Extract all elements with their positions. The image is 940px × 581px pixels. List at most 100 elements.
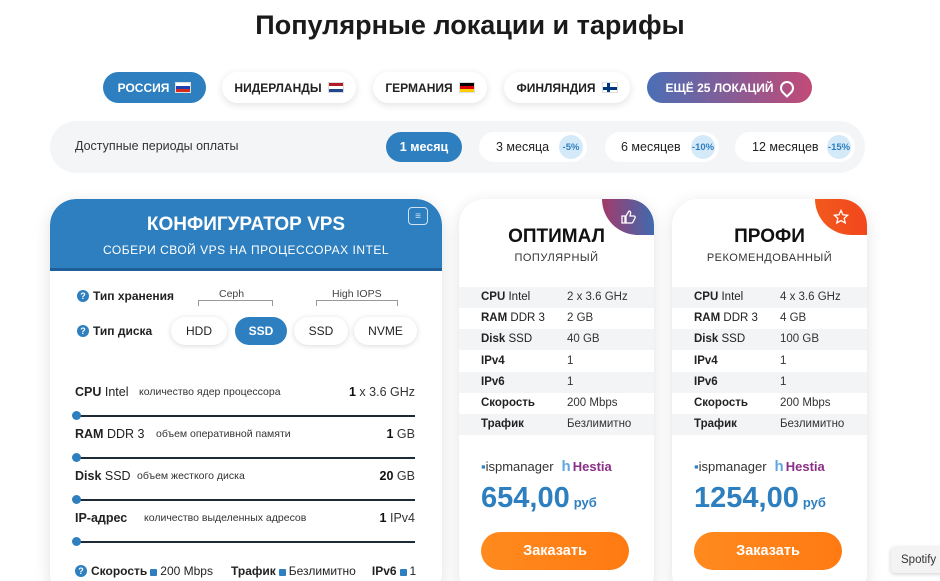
order-button[interactable]: Заказать <box>481 532 629 570</box>
slider-handle[interactable] <box>72 537 81 546</box>
configurator-fixed-params: ? Скорость 200 Mbps Трафик Безлимитно IP… <box>75 564 416 578</box>
configurator-title: КОНФИГУРАТОР VPS <box>146 214 346 235</box>
storage-group-bracket <box>198 300 273 306</box>
storage-group-high-iops: High IOPS <box>332 288 382 300</box>
speed-label: Скорость <box>91 564 148 578</box>
spec-row: Скорость 200 Mbps <box>694 397 831 409</box>
slider-value: 1 GB <box>386 427 416 441</box>
payment-periods-bar: Доступные периоды оплаты 1 месяц 3 месяц… <box>50 121 865 173</box>
location-label: ГЕРМАНИЯ <box>385 80 453 95</box>
location-tab-russia[interactable]: РОССИЯ <box>103 72 206 103</box>
russia-flag-icon <box>175 82 192 93</box>
spec-row: IPv4 1 <box>694 355 787 367</box>
ipv6-value: 1 <box>409 564 417 578</box>
discount-badge: -5% <box>559 135 583 159</box>
slider-description: объем жесткого диска <box>137 470 245 482</box>
spec-row: Disk SSD 40 GB <box>459 329 654 350</box>
period-label: 12 месяцев <box>752 140 819 154</box>
slider-name: Disk SSD <box>75 469 131 483</box>
spec-row: CPU Intel 4 x 3.6 GHz <box>672 287 867 308</box>
help-icon[interactable]: ? <box>75 565 87 577</box>
period-12-months-button[interactable]: 12 месяцев -15% <box>735 132 855 162</box>
slider-handle[interactable] <box>72 411 81 420</box>
storage-type-label: ? Тип хранения <box>77 289 174 303</box>
slider-handle[interactable] <box>72 495 81 504</box>
lock-icon <box>150 568 158 576</box>
page-title: Популярные локации и тарифы <box>255 10 685 40</box>
slider-handle[interactable] <box>72 453 81 462</box>
slider-value: 1 x 3.6 GHz <box>349 385 415 399</box>
slider-name: IP-адрес <box>75 511 128 525</box>
spec-row: IPv6 1 <box>672 372 867 393</box>
storage-group-ceph: Ceph <box>219 288 245 300</box>
slider-description: объем оперативной памяти <box>156 428 291 440</box>
lock-icon <box>399 568 407 576</box>
settings-sliders-icon[interactable]: ≡ <box>408 207 428 225</box>
spec-row: RAM DDR 32 GB <box>481 312 594 324</box>
location-label: НИДЕРЛАНДЫ <box>234 80 322 95</box>
configurator-header: КОНФИГУРАТОР VPS СОБЕРИ СВОЙ VPS НА ПРОЦ… <box>50 199 442 271</box>
spec-row: IPv6 1 <box>459 372 654 393</box>
disk-option-ssd-ceph[interactable]: SSD <box>235 317 287 345</box>
plan-price: 1254,00 руб <box>694 482 826 514</box>
ispmanager-logo: ▪ispmanager <box>481 459 554 474</box>
netherlands-flag-icon <box>327 82 344 93</box>
spec-row: Скорость 200 Mbps <box>481 397 618 409</box>
disk-option-hdd[interactable]: HDD <box>171 317 227 345</box>
spec-row: Трафик Безлимитно <box>459 414 654 435</box>
period-label: 3 месяца <box>496 140 550 154</box>
plan-card-profi: ПРОФИ РЕКОМЕНДОВАННЫЙ CPU Intel 4 x 3.6 G… <box>672 199 867 581</box>
location-tab-netherlands[interactable]: НИДЕРЛАНДЫ <box>222 72 356 103</box>
panel-logos: ▪ispmanager h Hestia <box>694 458 825 475</box>
period-label: 1 месяц <box>399 140 449 154</box>
location-label: РОССИЯ <box>117 80 170 95</box>
configurator-subtitle: СОБЕРИ СВОЙ VPS НА ПРОЦЕССОРАХ INTEL <box>102 243 390 257</box>
location-tab-germany[interactable]: ГЕРМАНИЯ <box>373 72 487 103</box>
spec-row: IPv4 1 <box>481 355 574 367</box>
help-icon[interactable]: ? <box>77 290 89 302</box>
slider-track[interactable] <box>75 415 415 417</box>
spec-row: CPU Intel 2 x 3.6 GHz <box>459 287 654 308</box>
slider-name: RAM DDR 3 <box>75 427 145 441</box>
traffic-label: Трафик <box>230 564 276 578</box>
ipv6-label: IPv6 <box>371 564 397 578</box>
finland-flag-icon <box>601 82 618 93</box>
slider-name: CPU Intel <box>75 385 129 399</box>
vps-configurator-card: КОНФИГУРАТОР VPS СОБЕРИ СВОЙ VPS НА ПРОЦ… <box>50 199 442 581</box>
lock-icon <box>278 568 286 576</box>
period-label: 6 месяцев <box>621 140 681 154</box>
location-pin-icon <box>776 77 797 98</box>
disk-option-ssd-iops[interactable]: SSD <box>294 317 348 345</box>
spotify-tooltip[interactable]: Spotify <box>891 547 940 573</box>
hestia-logo: h Hestia <box>561 458 612 475</box>
location-tab-finland[interactable]: ФИНЛЯНДИЯ <box>504 72 630 103</box>
spec-row: RAM DDR 34 GB <box>694 312 807 324</box>
order-button[interactable]: Заказать <box>694 532 842 570</box>
slider-track[interactable] <box>75 541 415 543</box>
disk-type-label: ? Тип диска <box>77 324 152 338</box>
plan-price: 654,00 руб <box>481 482 597 514</box>
slider-track[interactable] <box>75 457 415 459</box>
more-locations-button[interactable]: ЕЩЁ 25 ЛОКАЦИЙ <box>647 72 812 103</box>
hestia-logo: h Hestia <box>774 458 825 475</box>
plan-tag: РЕКОМЕНДОВАННЫЙ <box>706 252 833 264</box>
slider-track[interactable] <box>75 499 415 501</box>
panel-logos: ▪ispmanager h Hestia <box>481 458 612 475</box>
spec-row: Disk SSD 100 GB <box>672 329 867 350</box>
discount-badge: -10% <box>691 135 715 159</box>
more-locations-label: ЕЩЁ 25 ЛОКАЦИЙ <box>665 80 774 95</box>
disk-option-nvme[interactable]: NVME <box>354 317 417 345</box>
period-6-months-button[interactable]: 6 месяцев -10% <box>605 132 719 162</box>
period-1-month-button[interactable]: 1 месяц <box>386 132 462 162</box>
plan-name: ОПТИМАЛ <box>508 226 605 247</box>
period-3-months-button[interactable]: 3 месяца -5% <box>479 132 587 162</box>
spec-row: Трафик Безлимитно <box>672 414 867 435</box>
discount-badge: -15% <box>827 135 851 159</box>
speed-value: 200 Mbps <box>160 564 213 578</box>
help-icon[interactable]: ? <box>77 325 89 337</box>
slider-description: количество выделенных адресов <box>144 512 307 524</box>
plan-name: ПРОФИ <box>734 226 805 247</box>
location-label: ФИНЛЯНДИЯ <box>516 80 596 95</box>
slider-value: 20 GB <box>379 469 415 483</box>
traffic-value: Безлимитно <box>288 564 356 578</box>
